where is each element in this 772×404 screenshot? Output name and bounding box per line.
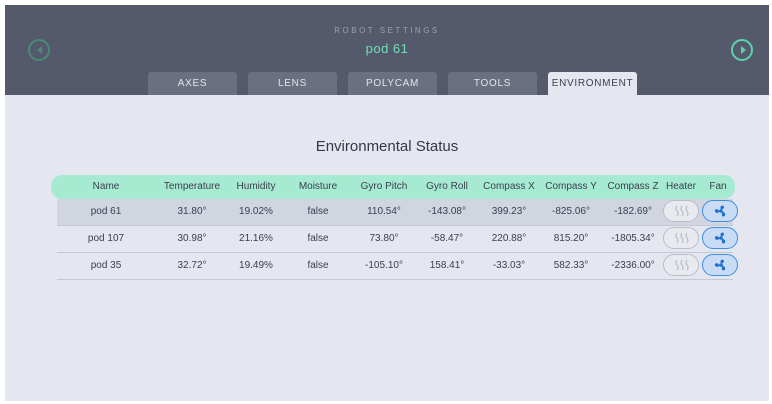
heater-toggle[interactable] <box>663 227 699 249</box>
heat-waves-icon <box>675 232 689 244</box>
header-bar: ROBOT SETTINGS pod 61 AXES LENS POLYCAM … <box>5 5 769 95</box>
column-header-fan: Fan <box>709 181 727 192</box>
heater-toggle[interactable] <box>663 200 699 222</box>
cell-temperature: 30.98° <box>177 233 207 244</box>
heat-waves-icon <box>675 205 689 217</box>
fan-icon <box>714 205 726 217</box>
column-header-heater: Heater <box>665 181 696 192</box>
heat-waves-icon <box>675 259 689 271</box>
cell-name: pod 107 <box>87 233 125 244</box>
cell-temperature: 31.80° <box>177 206 207 217</box>
cell-humidity: 21.16% <box>239 233 273 244</box>
tab-tools[interactable]: TOOLS <box>448 72 537 95</box>
cell-gyro-roll: 158.41° <box>429 260 465 271</box>
cell-moisture: false <box>307 206 329 217</box>
cell-gyro-roll: -143.08° <box>428 206 466 217</box>
fan-toggle[interactable] <box>702 227 738 249</box>
page-title: Environmental Status <box>315 138 459 155</box>
cell-gyro-pitch: 73.80° <box>369 233 399 244</box>
tab-axes[interactable]: AXES <box>148 72 237 95</box>
tab-bar: AXES LENS POLYCAM TOOLS ENVIRONMENT <box>5 72 769 95</box>
cell-compass-z: -182.69° <box>614 206 652 217</box>
cell-name: pod 35 <box>90 260 122 271</box>
cell-humidity: 19.49% <box>239 260 273 271</box>
fan-icon <box>714 259 726 271</box>
cell-gyro-pitch: 110.54° <box>367 206 401 217</box>
cell-compass-x: -33.03° <box>492 260 526 271</box>
cell-name: pod 61 <box>90 206 122 217</box>
column-header-humidity: Humidity <box>236 181 276 192</box>
fan-toggle[interactable] <box>702 200 738 222</box>
chevron-right-icon[interactable] <box>731 39 753 61</box>
app-title: ROBOT SETTINGS <box>334 26 440 35</box>
table-header: Name Temperature Humidity Moisture Gyro … <box>51 175 735 199</box>
cell-compass-y: -825.06° <box>552 206 590 217</box>
column-header-gyro-roll: Gyro Roll <box>426 181 468 192</box>
heater-toggle[interactable] <box>663 254 699 276</box>
cell-moisture: false <box>307 233 329 244</box>
cell-compass-z: -2336.00° <box>611 260 655 271</box>
table-row[interactable]: pod 107 30.98° 21.16% false 73.80° -58.4… <box>57 226 738 253</box>
column-header-temperature: Temperature <box>163 181 221 192</box>
tab-polycam[interactable]: POLYCAM <box>348 72 437 95</box>
tab-lens[interactable]: LENS <box>248 72 337 95</box>
cell-gyro-roll: -58.47° <box>430 233 464 244</box>
cell-compass-z: -1805.34° <box>611 233 655 244</box>
fan-icon <box>714 232 726 244</box>
column-header-compass-z: Compass Z <box>607 181 659 192</box>
column-header-name: Name <box>92 181 120 192</box>
cell-compass-y: 582.33° <box>553 260 589 271</box>
app-window: ROBOT SETTINGS pod 61 AXES LENS POLYCAM … <box>5 5 769 401</box>
cell-moisture: false <box>307 260 329 271</box>
cell-temperature: 32.72° <box>177 260 207 271</box>
cell-compass-x: 399.23° <box>491 206 527 217</box>
fan-toggle[interactable] <box>702 254 738 276</box>
table-row[interactable]: pod 35 32.72° 19.49% false -105.10° 158.… <box>57 253 738 280</box>
environment-table: Name Temperature Humidity Moisture Gyro … <box>51 175 738 280</box>
cell-humidity: 19.02% <box>239 206 273 217</box>
column-header-gyro-pitch: Gyro Pitch <box>360 181 408 192</box>
table-row[interactable]: pod 61 31.80° 19.02% false 110.54° -143.… <box>57 199 738 226</box>
cell-gyro-pitch: -105.10° <box>365 260 403 271</box>
cell-compass-x: 220.88° <box>491 233 527 244</box>
robot-name: pod 61 <box>365 41 409 56</box>
column-header-compass-x: Compass X <box>483 181 535 192</box>
tab-environment[interactable]: ENVIRONMENT <box>548 72 637 95</box>
column-header-compass-y: Compass Y <box>545 181 597 192</box>
column-header-moisture: Moisture <box>298 181 338 192</box>
cell-compass-y: 815.20° <box>553 233 589 244</box>
